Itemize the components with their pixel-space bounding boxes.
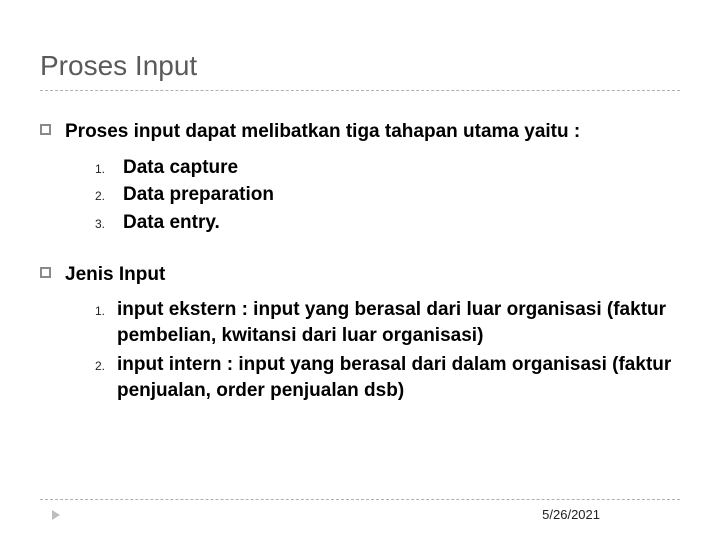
square-bullet-icon: [40, 267, 51, 278]
item1-text: Proses input dapat melibatkan tiga tahap…: [65, 119, 680, 145]
slide-title: Proses Input: [40, 50, 680, 91]
sub-number: 2.: [95, 188, 123, 204]
sub-number: 1.: [95, 299, 117, 319]
sub-text: Data entry.: [123, 210, 220, 236]
sub-text: input intern : input yang berasal dari d…: [117, 352, 680, 403]
list-item: 2. input intern : input yang berasal dar…: [95, 352, 680, 403]
list-item: 3. Data entry.: [95, 210, 680, 236]
sub-number: 3.: [95, 216, 123, 232]
item2-text: Jenis Input: [65, 262, 680, 288]
sub-number: 1.: [95, 161, 123, 177]
item2-sublist: 1. input ekstern : input yang berasal da…: [95, 297, 680, 404]
sub-text: input ekstern : input yang berasal dari …: [117, 297, 680, 348]
arrow-right-icon: [52, 510, 60, 520]
item1-sublist: 1. Data capture 2. Data preparation 3. D…: [95, 155, 680, 236]
sub-number: 2.: [95, 354, 117, 374]
sub-text: Data capture: [123, 155, 238, 181]
list-item: 1. Data capture: [95, 155, 680, 181]
footer-date: 5/26/2021: [542, 507, 600, 522]
footer-divider: [40, 499, 680, 500]
square-bullet-icon: [40, 124, 51, 135]
list-item: 2. Data preparation: [95, 182, 680, 208]
sub-text: Data preparation: [123, 182, 274, 208]
bullet-item-2: Jenis Input 1. input ekstern : input yan…: [40, 262, 680, 422]
list-item: 1. input ekstern : input yang berasal da…: [95, 297, 680, 348]
bullet-item-1: Proses input dapat melibatkan tiga tahap…: [40, 119, 680, 254]
